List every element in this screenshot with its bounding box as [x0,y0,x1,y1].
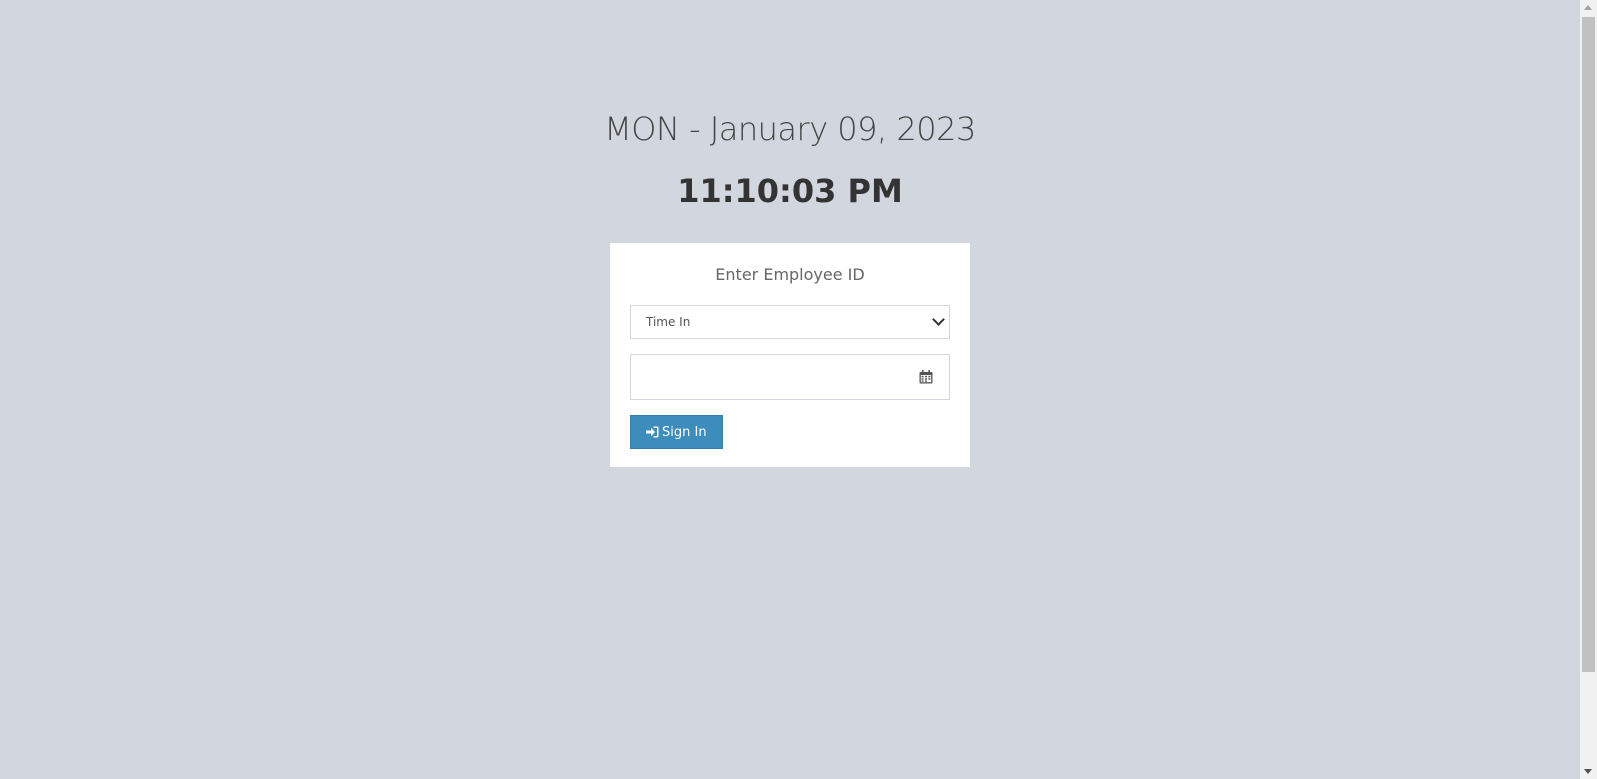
page: MON - January 09, 2023 11:10:03 PM Enter… [0,0,1580,779]
box-message: Enter Employee ID [715,265,865,284]
employee-id-field[interactable] [630,354,950,400]
current-time: 11:10:03 PM [677,172,903,210]
vertical-scrollbar[interactable] [1580,0,1597,779]
current-date: MON - January 09, 2023 [604,110,976,148]
scroll-down-icon[interactable] [1584,769,1592,774]
sign-in-button-label: Sign In [662,424,707,440]
scrollbar-thumb[interactable] [1582,17,1595,672]
attendance-box: Enter Employee ID Time In Sign In [610,243,970,467]
calendar-icon [919,370,933,384]
sign-in-icon [646,426,659,438]
chevron-down-icon [932,313,945,326]
employee-id-input[interactable] [631,355,901,399]
scroll-up-icon[interactable] [1584,5,1592,10]
sign-in-button[interactable]: Sign In [630,415,723,449]
status-select[interactable]: Time In [630,305,950,339]
status-select-value: Time In [646,315,691,329]
